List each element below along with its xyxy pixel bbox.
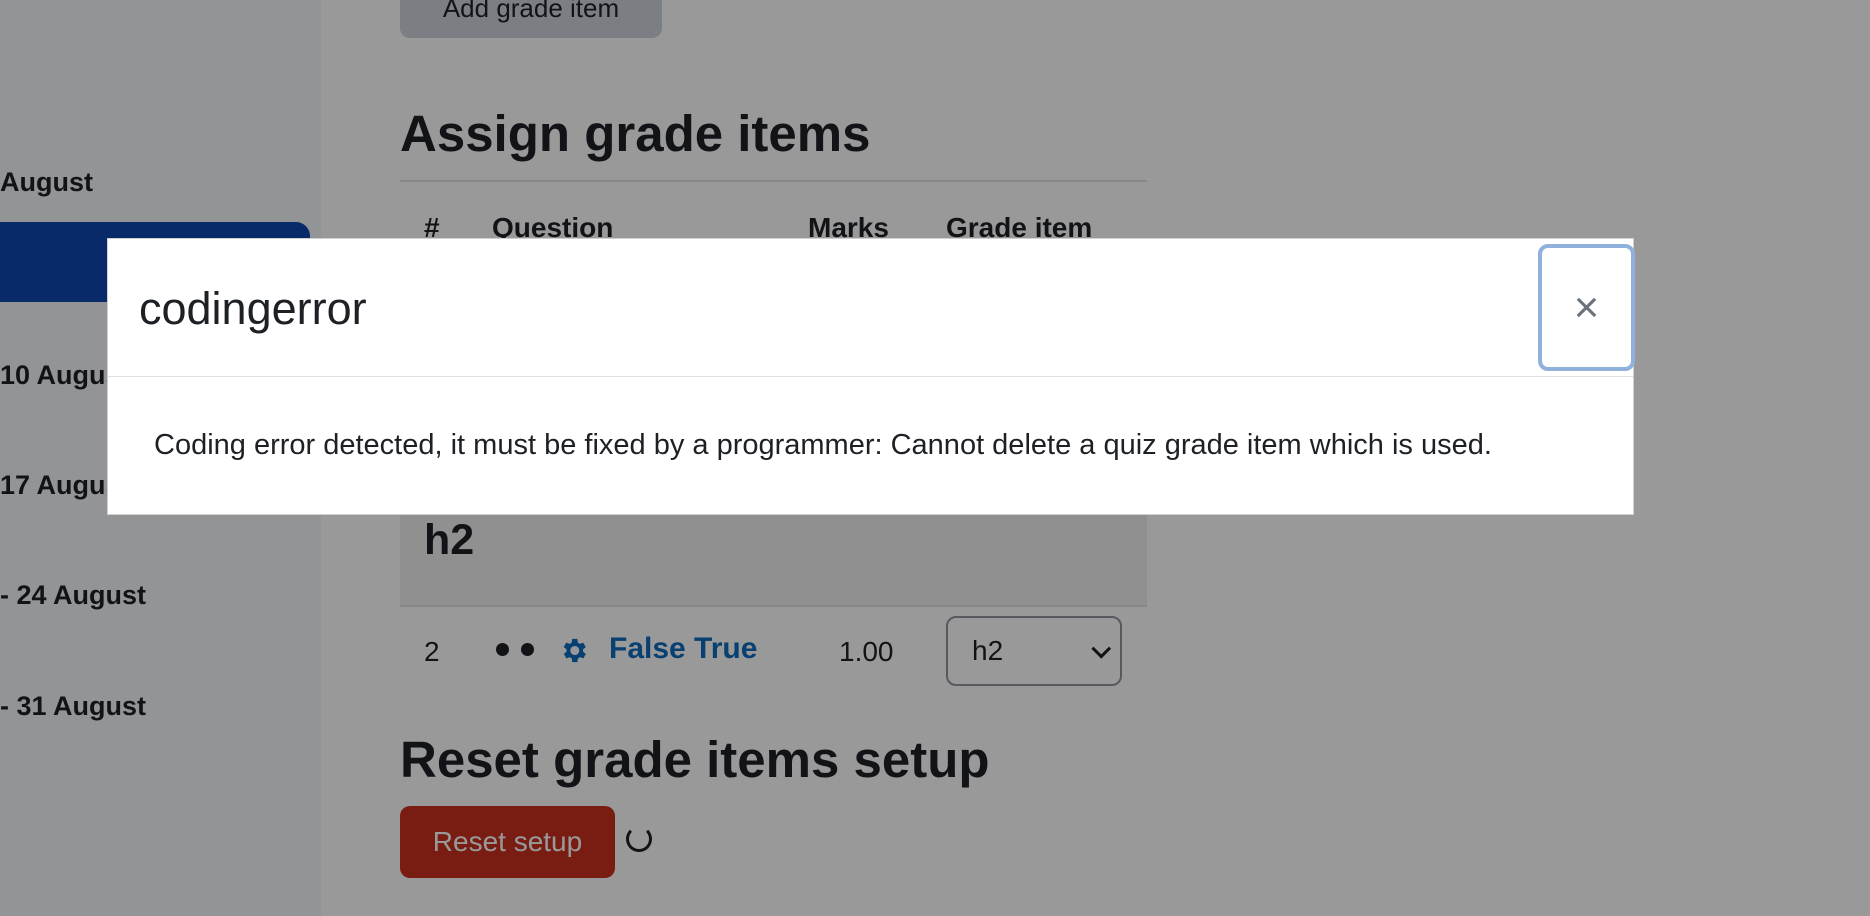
modal-message: Coding error detected, it must be fixed … bbox=[154, 429, 1492, 461]
modal-header: codingerror × bbox=[108, 239, 1635, 377]
close-icon: × bbox=[1573, 282, 1600, 332]
error-modal: codingerror × Coding error detected, it … bbox=[107, 238, 1635, 515]
modal-title: codingerror bbox=[139, 283, 367, 334]
close-button[interactable]: × bbox=[1538, 244, 1635, 371]
